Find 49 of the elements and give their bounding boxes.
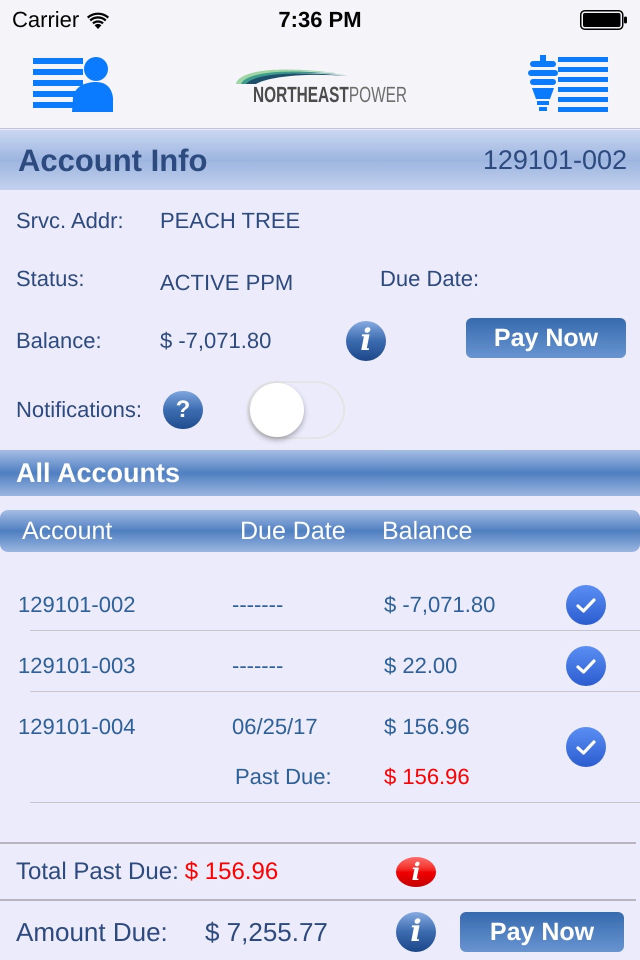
total-past-due-amount: $ 156.96 xyxy=(184,860,278,884)
past-due-amount: $ 156.96 xyxy=(384,766,470,788)
amount-due-amount: $ 7,255.77 xyxy=(205,919,329,945)
field-value: ACTIVE PPM xyxy=(160,272,294,294)
balance-cell-text: $ 22.00 xyxy=(384,655,458,677)
amount-due-label: Amount Due: xyxy=(16,919,169,945)
checkmark-icon xyxy=(576,598,596,612)
logo-text: NORTHEASTPOWER xyxy=(252,84,406,106)
pay-now-button[interactable]: Pay Now xyxy=(466,318,626,358)
account-number: 129101-002 xyxy=(482,146,627,174)
info-button[interactable]: i xyxy=(396,912,436,952)
field-label: Srvc. Addr: xyxy=(16,210,125,232)
field-value: $ -7,071.80 xyxy=(160,330,272,352)
checkmark-icon xyxy=(576,658,596,674)
balance-cell-text: $ 156.96 xyxy=(384,716,471,738)
info-button[interactable]: i xyxy=(346,321,386,361)
column-header: Account xyxy=(22,518,114,544)
due-date-cell-text: ------- xyxy=(232,594,284,616)
checkmark-icon xyxy=(576,740,596,754)
person-list-icon[interactable] xyxy=(33,56,113,112)
account-cell-text: 129101-003 xyxy=(18,655,136,677)
checkbox[interactable] xyxy=(566,585,606,625)
field-value: PEACH TREE xyxy=(160,210,300,232)
checkbox[interactable] xyxy=(566,646,606,686)
alert-info-button[interactable]: i xyxy=(396,856,436,886)
checkbox[interactable] xyxy=(566,727,606,767)
wifi-icon xyxy=(87,12,110,28)
column-header: Due Date xyxy=(240,518,347,544)
field-label: Due Date: xyxy=(380,268,480,290)
total-past-due-label: Total Past Due: xyxy=(16,860,179,884)
section-title: Account Info xyxy=(18,144,208,176)
account-cell-text: 129101-004 xyxy=(18,716,136,738)
toggle-switch[interactable] xyxy=(247,381,345,439)
account-cell-text: 129101-002 xyxy=(18,594,136,616)
bulb-list-icon[interactable] xyxy=(528,55,608,113)
pay-now-button[interactable]: Pay Now xyxy=(460,912,624,952)
field-label: Notifications: xyxy=(16,399,143,421)
due-date-cell-text: ------- xyxy=(232,655,284,677)
balance-cell-text: $ -7,071.80 xyxy=(384,594,496,616)
due-date-cell-text: 06/25/17 xyxy=(232,716,319,738)
help-button[interactable]: ? xyxy=(163,391,203,429)
past-due-label: Past Due: xyxy=(235,766,333,788)
field-label: Balance: xyxy=(16,330,103,352)
field-label: Status: xyxy=(16,268,86,290)
section-title: All Accounts xyxy=(16,460,180,486)
column-header: Balance xyxy=(382,518,472,544)
carrier-label: Carrier xyxy=(12,9,80,31)
clock-time: 7:36 PM xyxy=(278,9,362,31)
battery-icon xyxy=(580,10,627,30)
